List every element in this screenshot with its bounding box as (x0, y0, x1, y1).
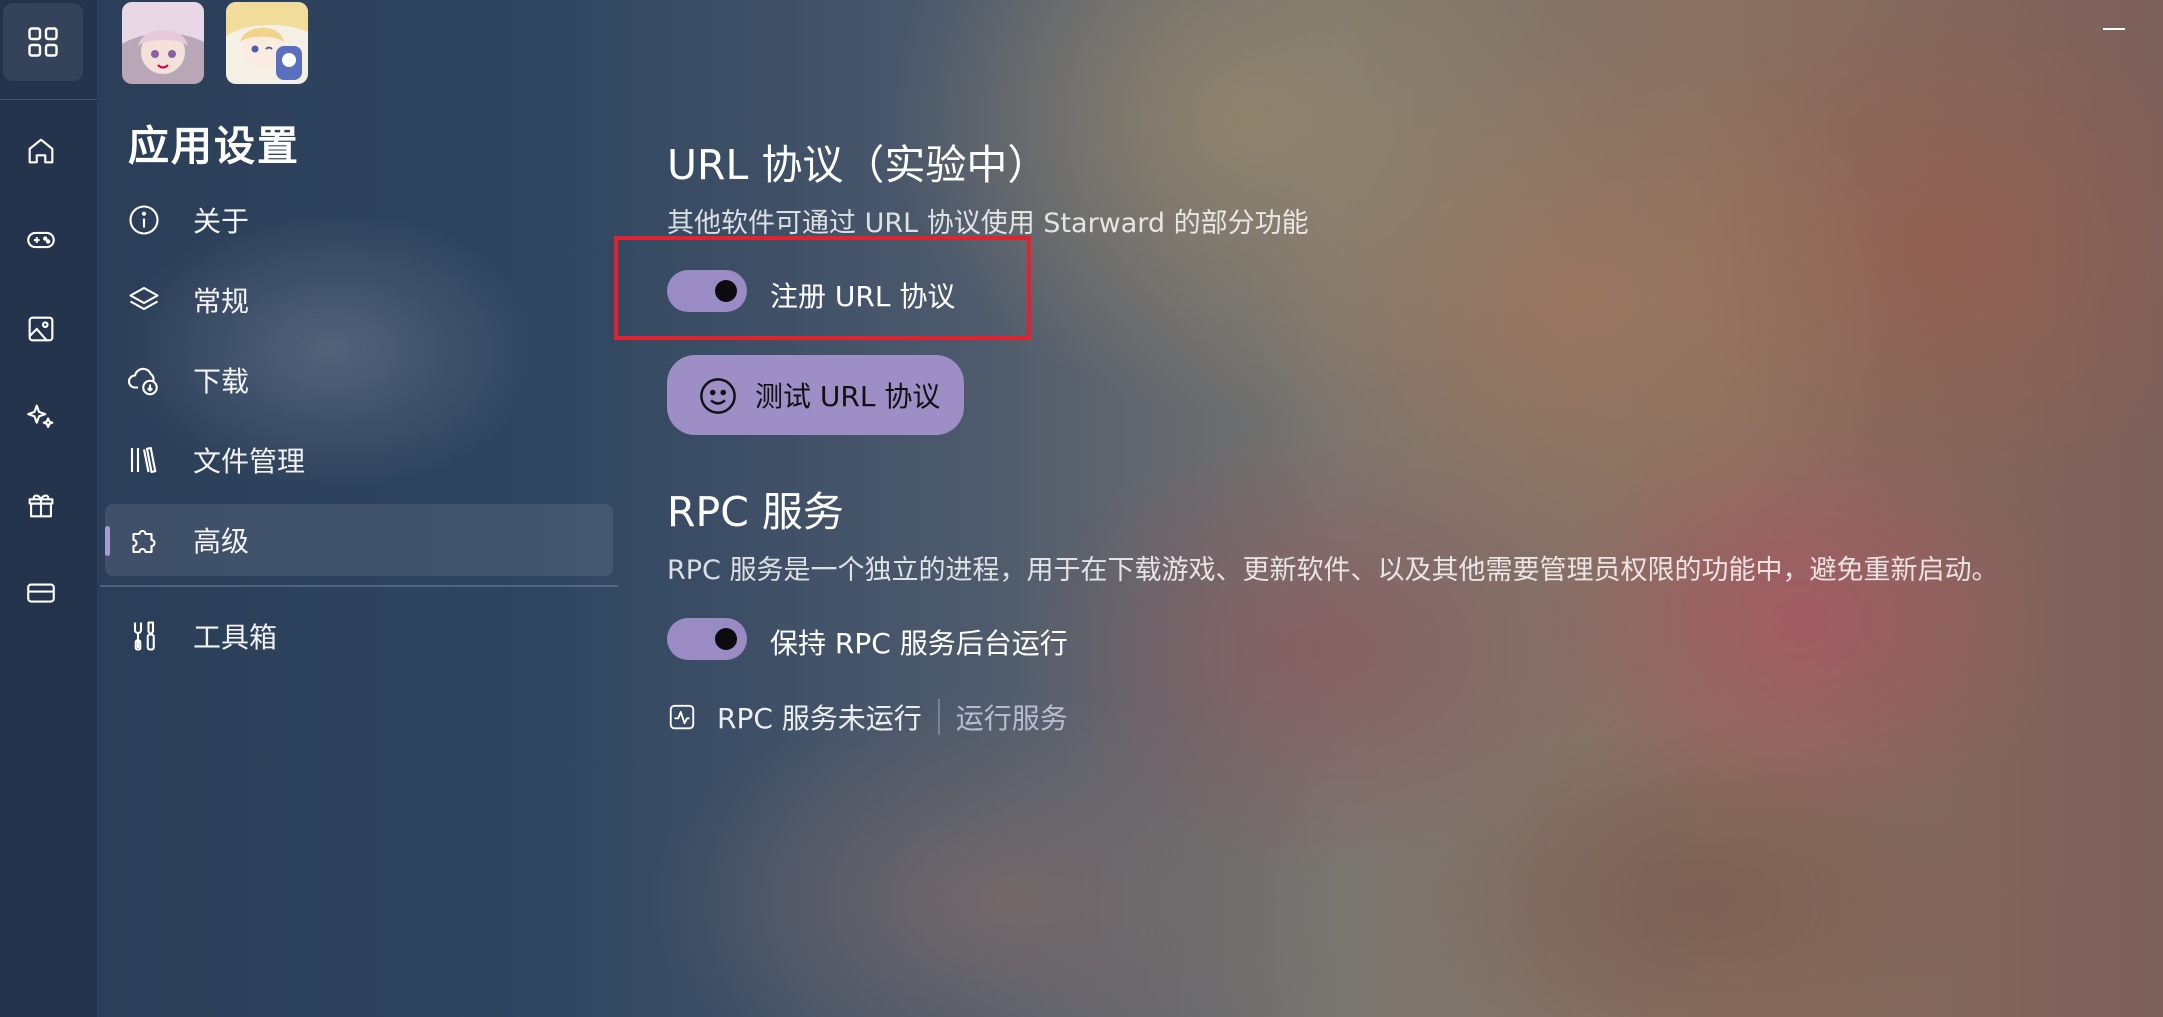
selection-indicator (105, 526, 110, 556)
rpc-status-text: RPC 服务未运行 (717, 702, 922, 735)
toggle-knob (715, 628, 737, 650)
layers-icon (129, 286, 159, 311)
home-icon (28, 138, 54, 164)
sparkle-icon (27, 404, 54, 428)
gamepad-icon (27, 231, 55, 249)
settings-nav-download[interactable]: 下载 (105, 344, 613, 416)
nav-game-button[interactable] (20, 219, 62, 261)
rpc-description: RPC 服务是一个独立的进程，用于在下载游戏、更新软件、以及其他需要管理员权限的… (667, 555, 1999, 586)
settings-nav-general[interactable]: 常规 (105, 264, 613, 336)
info-icon (129, 205, 159, 235)
test-url-button[interactable]: 测试 URL 协议 (667, 355, 964, 435)
settings-nav-about[interactable]: 关于 (105, 184, 613, 256)
card-icon (27, 583, 55, 603)
apps-grid-button[interactable] (3, 3, 83, 81)
apps-grid-icon (28, 27, 58, 57)
puzzle-icon (132, 530, 156, 554)
settings-nav-label: 常规 (193, 285, 250, 318)
settings-nav-label: 工具箱 (193, 621, 278, 654)
keep-rpc-toggle[interactable] (667, 618, 747, 660)
url-protocol-description: 其他软件可通过 URL 协议使用 Starward 的部分功能 (667, 208, 1309, 239)
nav-divider (100, 585, 618, 587)
toolbox-icon (133, 621, 155, 651)
register-url-toggle[interactable] (667, 270, 747, 312)
rpc-title: RPC 服务 (667, 488, 844, 536)
cloud-download-icon (127, 367, 158, 396)
run-service-link[interactable]: 运行服务 (956, 697, 1068, 737)
library-icon (130, 446, 157, 474)
settings-nav-label: 下载 (193, 365, 250, 398)
image-icon (28, 316, 54, 342)
nav-screenshot-button[interactable] (20, 308, 62, 350)
settings-nav-label: 文件管理 (193, 445, 306, 478)
register-url-label: 注册 URL 协议 (770, 280, 956, 313)
smile-icon (700, 378, 736, 414)
nav-card-button[interactable] (20, 572, 62, 614)
rpc-status-row: RPC 服务未运行 运行服务 (667, 697, 1068, 737)
nav-home-button[interactable] (20, 130, 62, 172)
settings-nav-label: 高级 (193, 525, 250, 558)
page-title: 应用设置 (128, 122, 300, 170)
toggle-knob (715, 280, 737, 302)
status-divider (937, 699, 940, 735)
settings-nav-advanced[interactable]: 高级 (105, 504, 613, 576)
rail-divider (0, 99, 97, 100)
gift-icon (28, 494, 54, 518)
url-protocol-title: URL 协议（实验中） (667, 141, 1049, 189)
settings-nav-toolbox[interactable]: 工具箱 (105, 600, 613, 672)
game-avatar-2[interactable] (226, 2, 308, 84)
pulse-icon (669, 704, 695, 730)
nav-gift-button[interactable] (20, 484, 62, 526)
nav-gacha-button[interactable] (20, 396, 62, 438)
game-avatar-1[interactable] (122, 2, 204, 84)
keep-rpc-label: 保持 RPC 服务后台运行 (770, 627, 1068, 660)
icon-rail (0, 0, 97, 1017)
settings-nav-files[interactable]: 文件管理 (105, 424, 613, 496)
test-url-label: 测试 URL 协议 (755, 380, 941, 413)
minimize-button[interactable] (2103, 18, 2125, 38)
settings-nav-label: 关于 (193, 205, 250, 238)
